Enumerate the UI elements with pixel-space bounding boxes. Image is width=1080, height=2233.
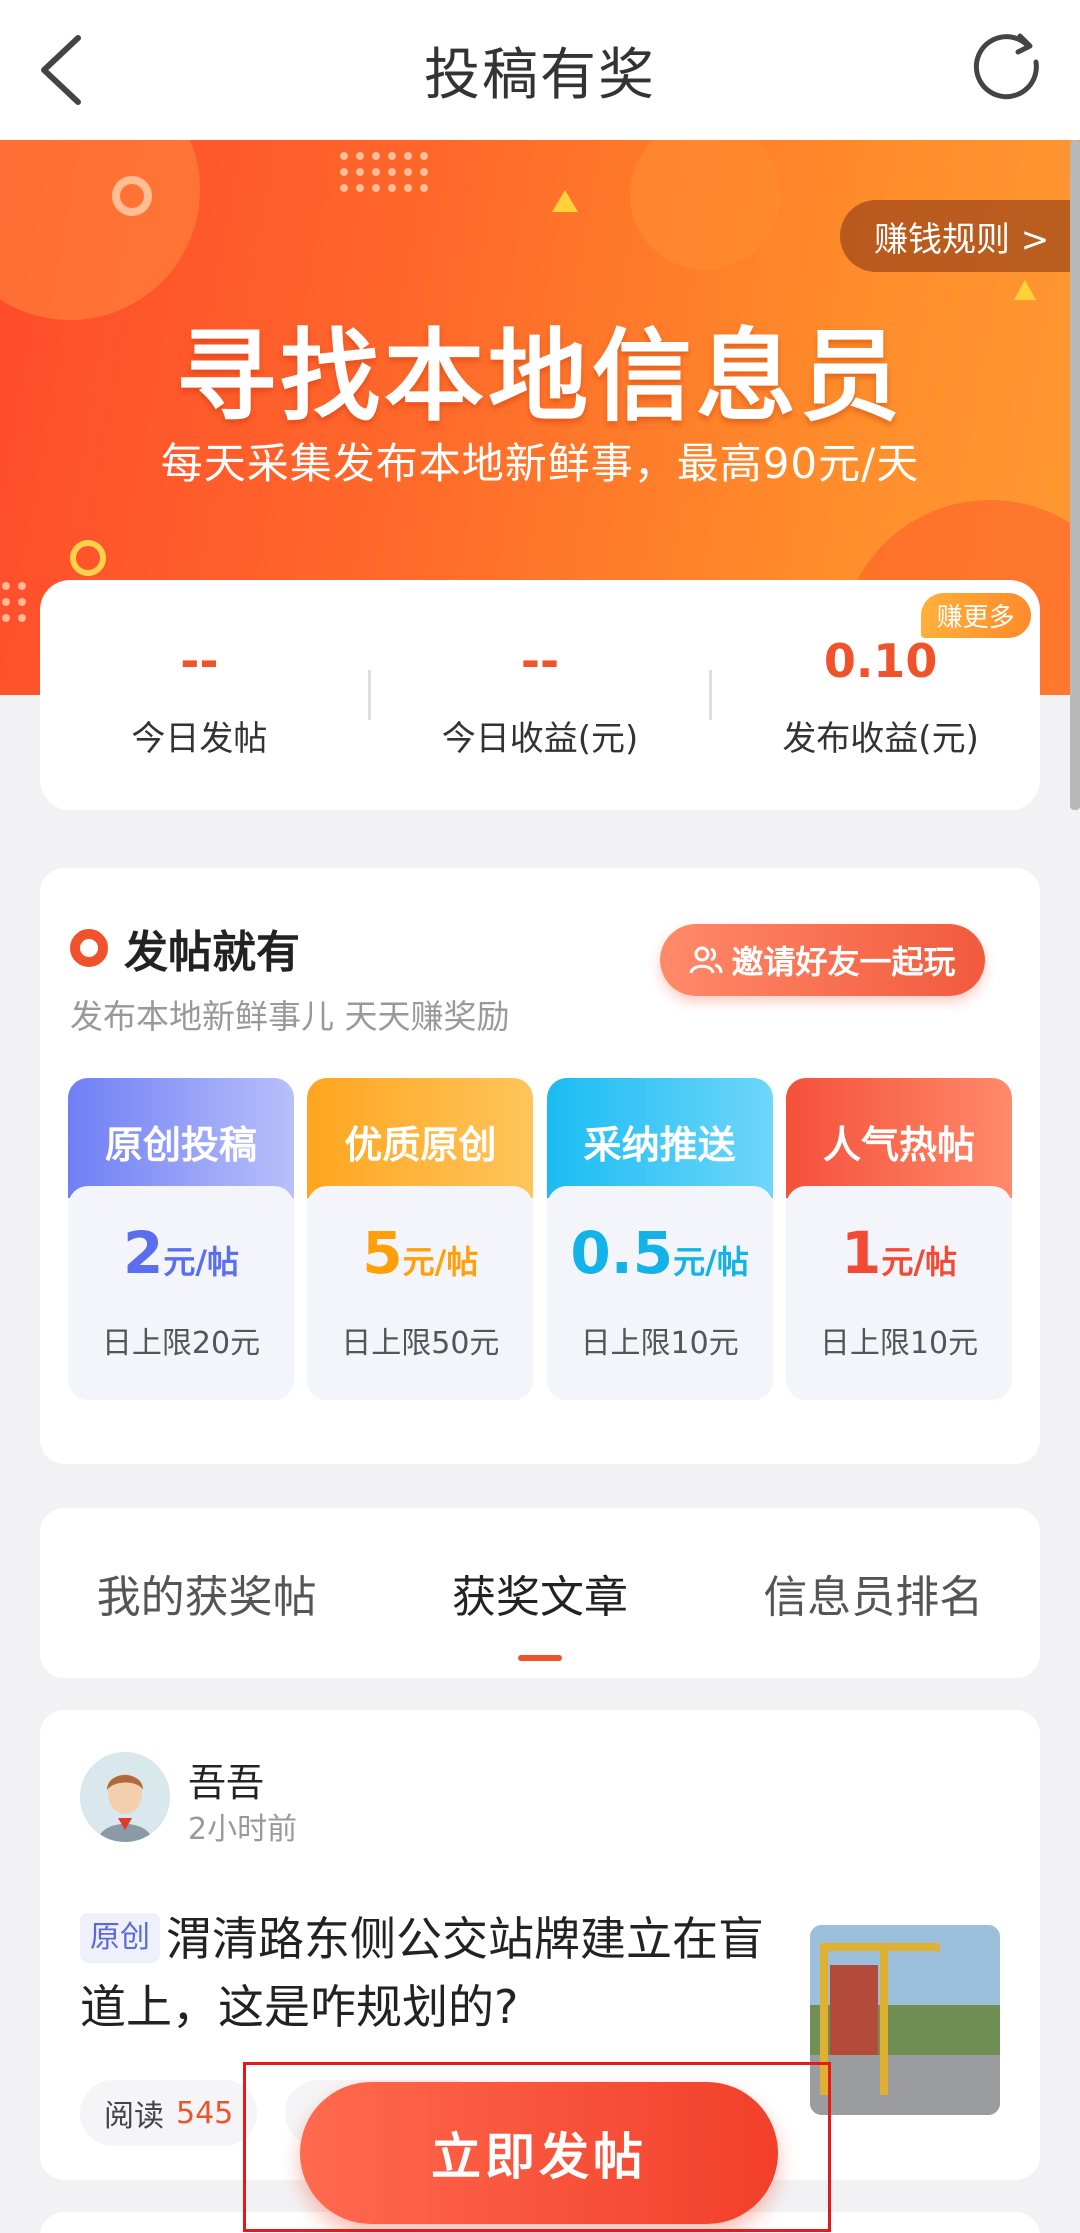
stat-today-earnings: -- 今日收益(元) (390, 631, 690, 760)
divider (708, 670, 712, 720)
tier-price: 0.5元/帖 (547, 1218, 773, 1288)
decor-triangle (552, 190, 578, 212)
post-title[interactable]: 原创 渭清路东侧公交站牌建立在盲道上，这是咋规划的? (80, 1905, 800, 2041)
banner-subtitle: 每天采集发布本地新鲜事，最高90元/天 (160, 439, 920, 488)
stat-today-posts: -- 今日发帖 (49, 631, 349, 760)
banner-title: 寻找本地信息员 (176, 318, 904, 435)
top-nav-bar: 投稿有奖 (0, 0, 1080, 140)
read-count-pill: 阅读 545 (80, 2080, 258, 2146)
post-reward-card: 发帖就有 发布本地新鲜事儿 天天赚奖励 邀请好友一起玩 原创投稿 2元/帖 日上… (40, 868, 1040, 1464)
tier-body: 0.5元/帖 日上限10元 (546, 1186, 773, 1400)
tier-limit: 日上限50元 (341, 1326, 500, 1361)
post-title-text: 渭清路东侧公交站牌建立在盲道上，这是咋规划的? (80, 1912, 764, 2034)
tier-card: 原创投稿 2元/帖 日上限20元 (68, 1078, 294, 1400)
tier-amount: 0.5 (570, 1219, 674, 1287)
tier-body: 5元/帖 日上限50元 (307, 1186, 534, 1400)
scrollbar[interactable] (1070, 140, 1080, 810)
stat-value: 0.10 (823, 633, 938, 688)
original-tag: 原创 (80, 1913, 160, 1963)
tier-price: 2元/帖 (68, 1218, 294, 1288)
stat-label: 发布收益(元) (782, 718, 979, 759)
stat-post-earnings[interactable]: 赚更多 0.10 发布收益(元) (731, 592, 1031, 760)
decor-dots (2, 582, 26, 622)
invite-label: 邀请好友一起玩 (731, 943, 956, 981)
ring-icon (70, 929, 108, 967)
read-label: 阅读 (104, 2099, 164, 2134)
tier-amount: 1 (840, 1219, 882, 1287)
tier-body: 2元/帖 日上限20元 (68, 1186, 294, 1400)
earn-more-badge[interactable]: 赚更多 (920, 592, 1031, 638)
back-arrow-icon[interactable] (30, 30, 100, 110)
stat-label: 今日发帖 (131, 718, 268, 759)
author-name[interactable]: 吾吾 (188, 1752, 264, 1807)
tier-limit: 日上限10元 (819, 1326, 979, 1361)
tabs-bar: 我的获奖帖 获奖文章 信息员排名 (40, 1508, 1040, 1678)
post-thumbnail[interactable] (810, 1925, 1000, 2115)
page-title: 投稿有奖 (424, 42, 656, 108)
decor-circle (0, 140, 200, 320)
tier-body: 1元/帖 日上限10元 (785, 1186, 1012, 1400)
tier-name: 原创投稿 (68, 1078, 294, 1198)
post-time: 2小时前 (188, 1812, 298, 1847)
tab-my-awarded-posts[interactable]: 我的获奖帖 (57, 1561, 357, 1625)
highlight-box (243, 2062, 831, 2232)
refresh-icon[interactable] (970, 30, 1050, 110)
tier-limit: 日上限20元 (101, 1326, 261, 1361)
tab-awarded-articles[interactable]: 获奖文章 (390, 1561, 690, 1661)
tier-price: 1元/帖 (786, 1218, 1012, 1288)
tier-unit: 元/帖 (163, 1243, 240, 1281)
stat-value: -- (520, 633, 560, 688)
tier-unit: 元/帖 (881, 1243, 958, 1281)
tier-unit: 元/帖 (673, 1243, 749, 1281)
tier-card: 采纳推送 0.5元/帖 日上限10元 (546, 1078, 773, 1400)
read-count: 545 (176, 2095, 234, 2131)
tier-price: 5元/帖 (307, 1218, 533, 1288)
tier-amount: 2 (122, 1219, 164, 1287)
decor-ring (112, 176, 152, 216)
tier-limit: 日上限10元 (580, 1326, 739, 1361)
active-tab-indicator (517, 1655, 562, 1661)
decor-circle (630, 140, 780, 270)
divider (368, 670, 372, 720)
reward-title: 发帖就有 (124, 927, 300, 978)
earning-rules-button[interactable]: 赚钱规则 > (840, 200, 1080, 272)
users-icon (689, 946, 723, 974)
tier-card: 优质原创 5元/帖 日上限50元 (307, 1078, 534, 1400)
tier-name: 采纳推送 (546, 1078, 773, 1198)
reward-header: 发帖就有 (70, 916, 300, 980)
stat-value: -- (180, 633, 219, 688)
decor-dots (340, 152, 428, 192)
reward-tiers: 原创投稿 2元/帖 日上限20元 优质原创 5元/帖 日上限50元 采纳推送 0… (68, 1078, 1012, 1400)
invite-friends-button[interactable]: 邀请好友一起玩 (660, 924, 985, 996)
reward-subtitle: 发布本地新鲜事儿 天天赚奖励 (70, 997, 510, 1036)
tier-name: 人气热帖 (785, 1078, 1012, 1198)
avatar[interactable] (80, 1752, 170, 1842)
tier-name: 优质原创 (307, 1078, 534, 1198)
tab-label: 获奖文章 (451, 1572, 628, 1623)
tier-card: 人气热帖 1元/帖 日上限10元 (785, 1078, 1012, 1400)
tab-reporter-ranking[interactable]: 信息员排名 (723, 1561, 1023, 1625)
tier-unit: 元/帖 (402, 1243, 479, 1281)
decor-ring (70, 540, 106, 576)
tier-amount: 5 (362, 1219, 403, 1287)
stat-label: 今日收益(元) (441, 718, 639, 759)
earnings-stats-card: -- 今日发帖 -- 今日收益(元) 赚更多 0.10 发布收益(元) (40, 580, 1040, 810)
